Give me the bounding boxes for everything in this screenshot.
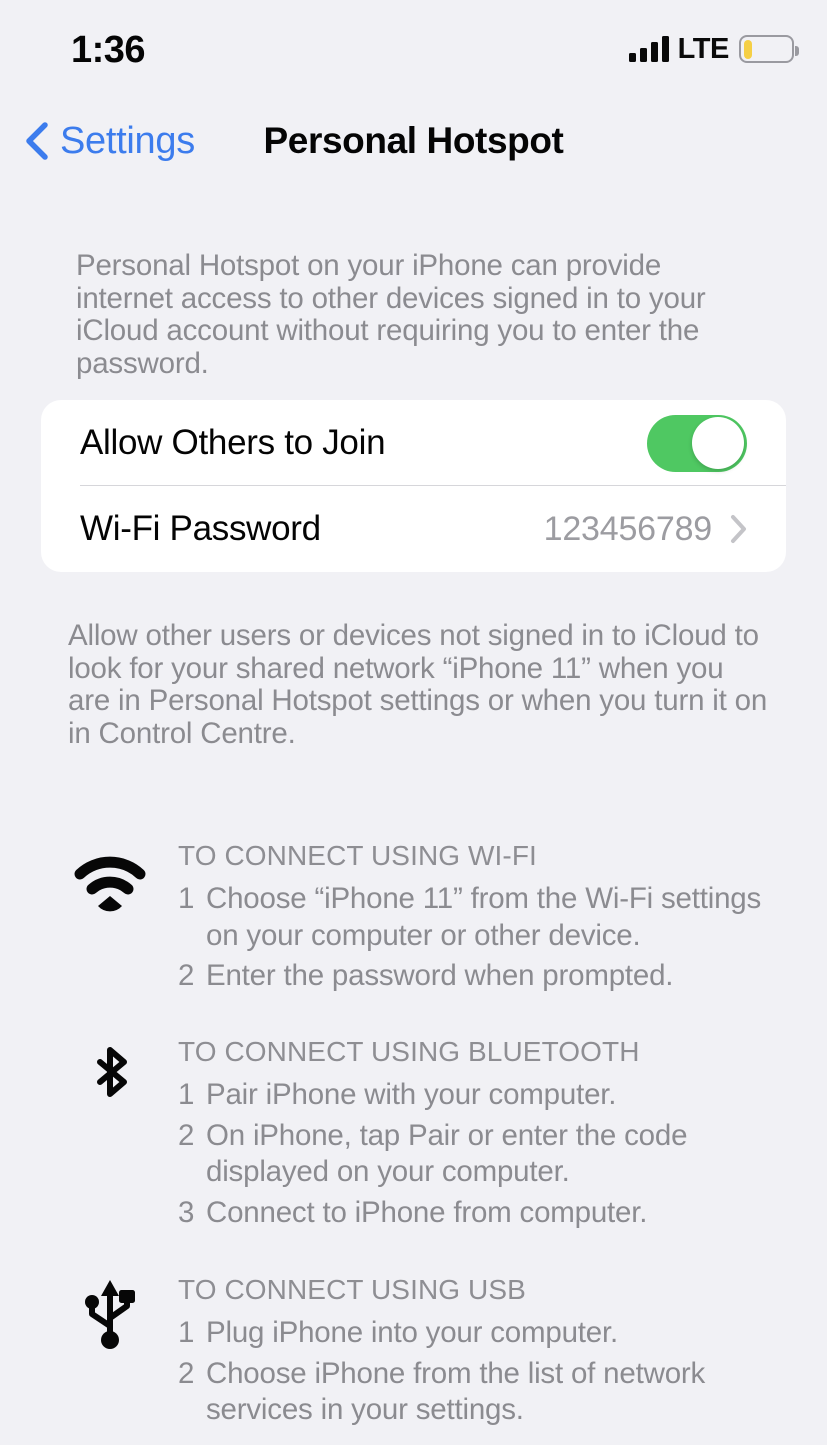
step-text: Pair iPhone with your computer.	[206, 1078, 617, 1111]
step-text: Choose iPhone from the list of network s…	[206, 1356, 706, 1427]
instruction-heading: TO CONNECT USING WI-FI	[178, 840, 537, 871]
instruction-step: 2 Enter the password when prompted.	[178, 958, 790, 995]
instruction-step: 2 On iPhone, tap Pair or enter the code …	[178, 1118, 790, 1191]
chevron-right-icon	[731, 515, 746, 543]
allow-others-to-join-row[interactable]: Allow Others to Join	[41, 400, 786, 486]
step-number: 2	[178, 1118, 195, 1152]
instruction-body-bluetooth: TO CONNECT USING BLUETOOTH 1 Pair iPhone…	[178, 1036, 790, 1235]
instruction-step: 1 Plug iPhone into your computer.	[178, 1315, 790, 1352]
instruction-body-usb: TO CONNECT USING USB 1 Plug iPhone into …	[178, 1274, 790, 1433]
toggle-knob	[692, 417, 744, 469]
step-number: 2	[178, 959, 195, 992]
step-number: 2	[178, 1356, 195, 1390]
step-text: Connect to iPhone from computer.	[206, 1195, 648, 1229]
wifi-icon	[72, 844, 148, 920]
bluetooth-icon	[72, 1040, 148, 1116]
network-type-label: LTE	[677, 32, 730, 65]
allow-others-to-join-label: Allow Others to Join	[80, 423, 386, 462]
status-bar-time: 1:36	[71, 29, 146, 71]
iphone-screen: 1:36 LTE Settings Personal Hotspot Perso…	[0, 0, 827, 1445]
cellular-signal-icon	[628, 36, 669, 62]
page-title: Personal Hotspot	[263, 120, 564, 161]
instruction-step: 1 Choose “iPhone 11” from the Wi-Fi sett…	[178, 881, 790, 954]
instruction-step: 2 Choose iPhone from the list of network…	[178, 1356, 790, 1429]
instruction-heading: TO CONNECT USING USB	[178, 1274, 526, 1305]
wifi-password-label: Wi-Fi Password	[80, 509, 321, 548]
step-number: 1	[178, 882, 195, 915]
allow-others-to-join-toggle[interactable]	[647, 414, 747, 472]
instruction-step: 1 Pair iPhone with your computer.	[178, 1077, 790, 1114]
status-bar-indicators: LTE	[628, 31, 799, 67]
wifi-password-row[interactable]: Wi-Fi Password 123456789	[41, 486, 786, 572]
usb-icon	[72, 1278, 148, 1354]
navigation-bar: Settings Personal Hotspot	[0, 108, 827, 174]
instruction-step: 3 Connect to iPhone from computer.	[178, 1195, 790, 1232]
step-text: Enter the password when prompted.	[206, 959, 674, 992]
step-text: Choose “iPhone 11” from the Wi-Fi settin…	[206, 882, 762, 952]
battery-fill-level	[743, 39, 752, 59]
status-bar: 1:36 LTE	[0, 0, 827, 96]
instruction-heading: TO CONNECT USING BLUETOOTH	[178, 1036, 640, 1067]
step-number: 3	[178, 1195, 195, 1229]
step-text: Plug iPhone into your computer.	[206, 1316, 618, 1349]
hotspot-footer-note: Allow other users or devices not signed …	[68, 619, 768, 750]
intro-description: Personal Hotspot on your iPhone can prov…	[76, 249, 706, 380]
step-number: 1	[178, 1316, 195, 1349]
instruction-body-wifi: TO CONNECT USING WI-FI 1 Choose “iPhone …	[178, 840, 790, 999]
hotspot-settings-card: Allow Others to Join Wi-Fi Password 1234…	[41, 400, 786, 572]
wifi-password-value: 123456789	[543, 509, 713, 548]
step-text: On iPhone, tap Pair or enter the code di…	[206, 1118, 688, 1189]
battery-icon	[739, 35, 799, 63]
step-number: 1	[178, 1078, 195, 1111]
